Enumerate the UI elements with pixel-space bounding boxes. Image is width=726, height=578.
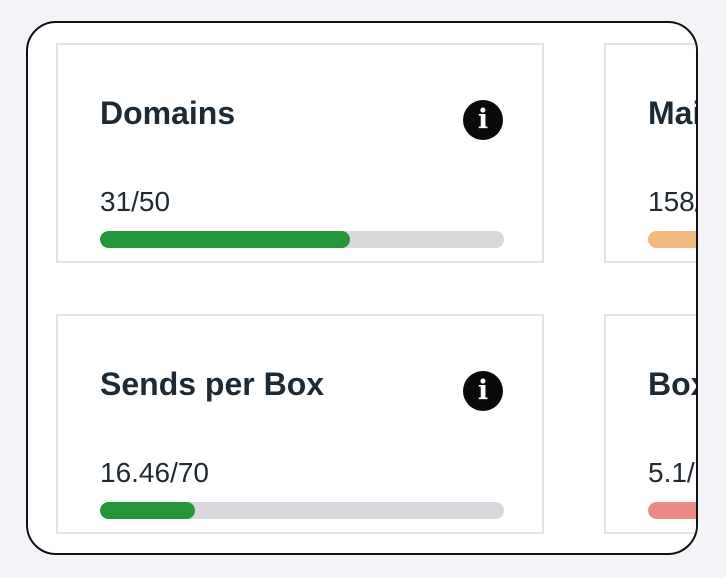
progress-fill: [648, 502, 696, 519]
progress-fill: [100, 502, 195, 519]
card-title: Box: [648, 366, 696, 402]
info-icon[interactable]: i: [463, 100, 503, 140]
dashboard-panel: Domains i 31/50 Mai i 158/ Sends per Box…: [26, 21, 698, 555]
card-mailboxes: Mai i 158/: [604, 43, 698, 263]
card-domains: Domains i 31/50: [56, 43, 544, 263]
card-title: Mai: [648, 95, 698, 131]
info-icon[interactable]: i: [463, 371, 503, 411]
progress-bar: [100, 502, 504, 519]
card-value: 16.46/70: [100, 457, 209, 488]
progress-fill: [648, 231, 696, 248]
card-value: 158/: [648, 186, 698, 217]
card-title: Domains: [100, 95, 236, 131]
card-value: 5.1/5: [648, 457, 696, 488]
progress-fill: [100, 231, 351, 248]
card-sends-per-box: Sends per Box i 16.46/70: [56, 314, 544, 534]
card-title: Sends per Box: [100, 366, 325, 402]
progress-bar: [648, 502, 696, 519]
card-value: 31/50: [100, 186, 171, 217]
progress-bar: [100, 231, 504, 248]
progress-bar: [648, 231, 696, 248]
card-box: Box i 5.1/5: [604, 314, 696, 534]
